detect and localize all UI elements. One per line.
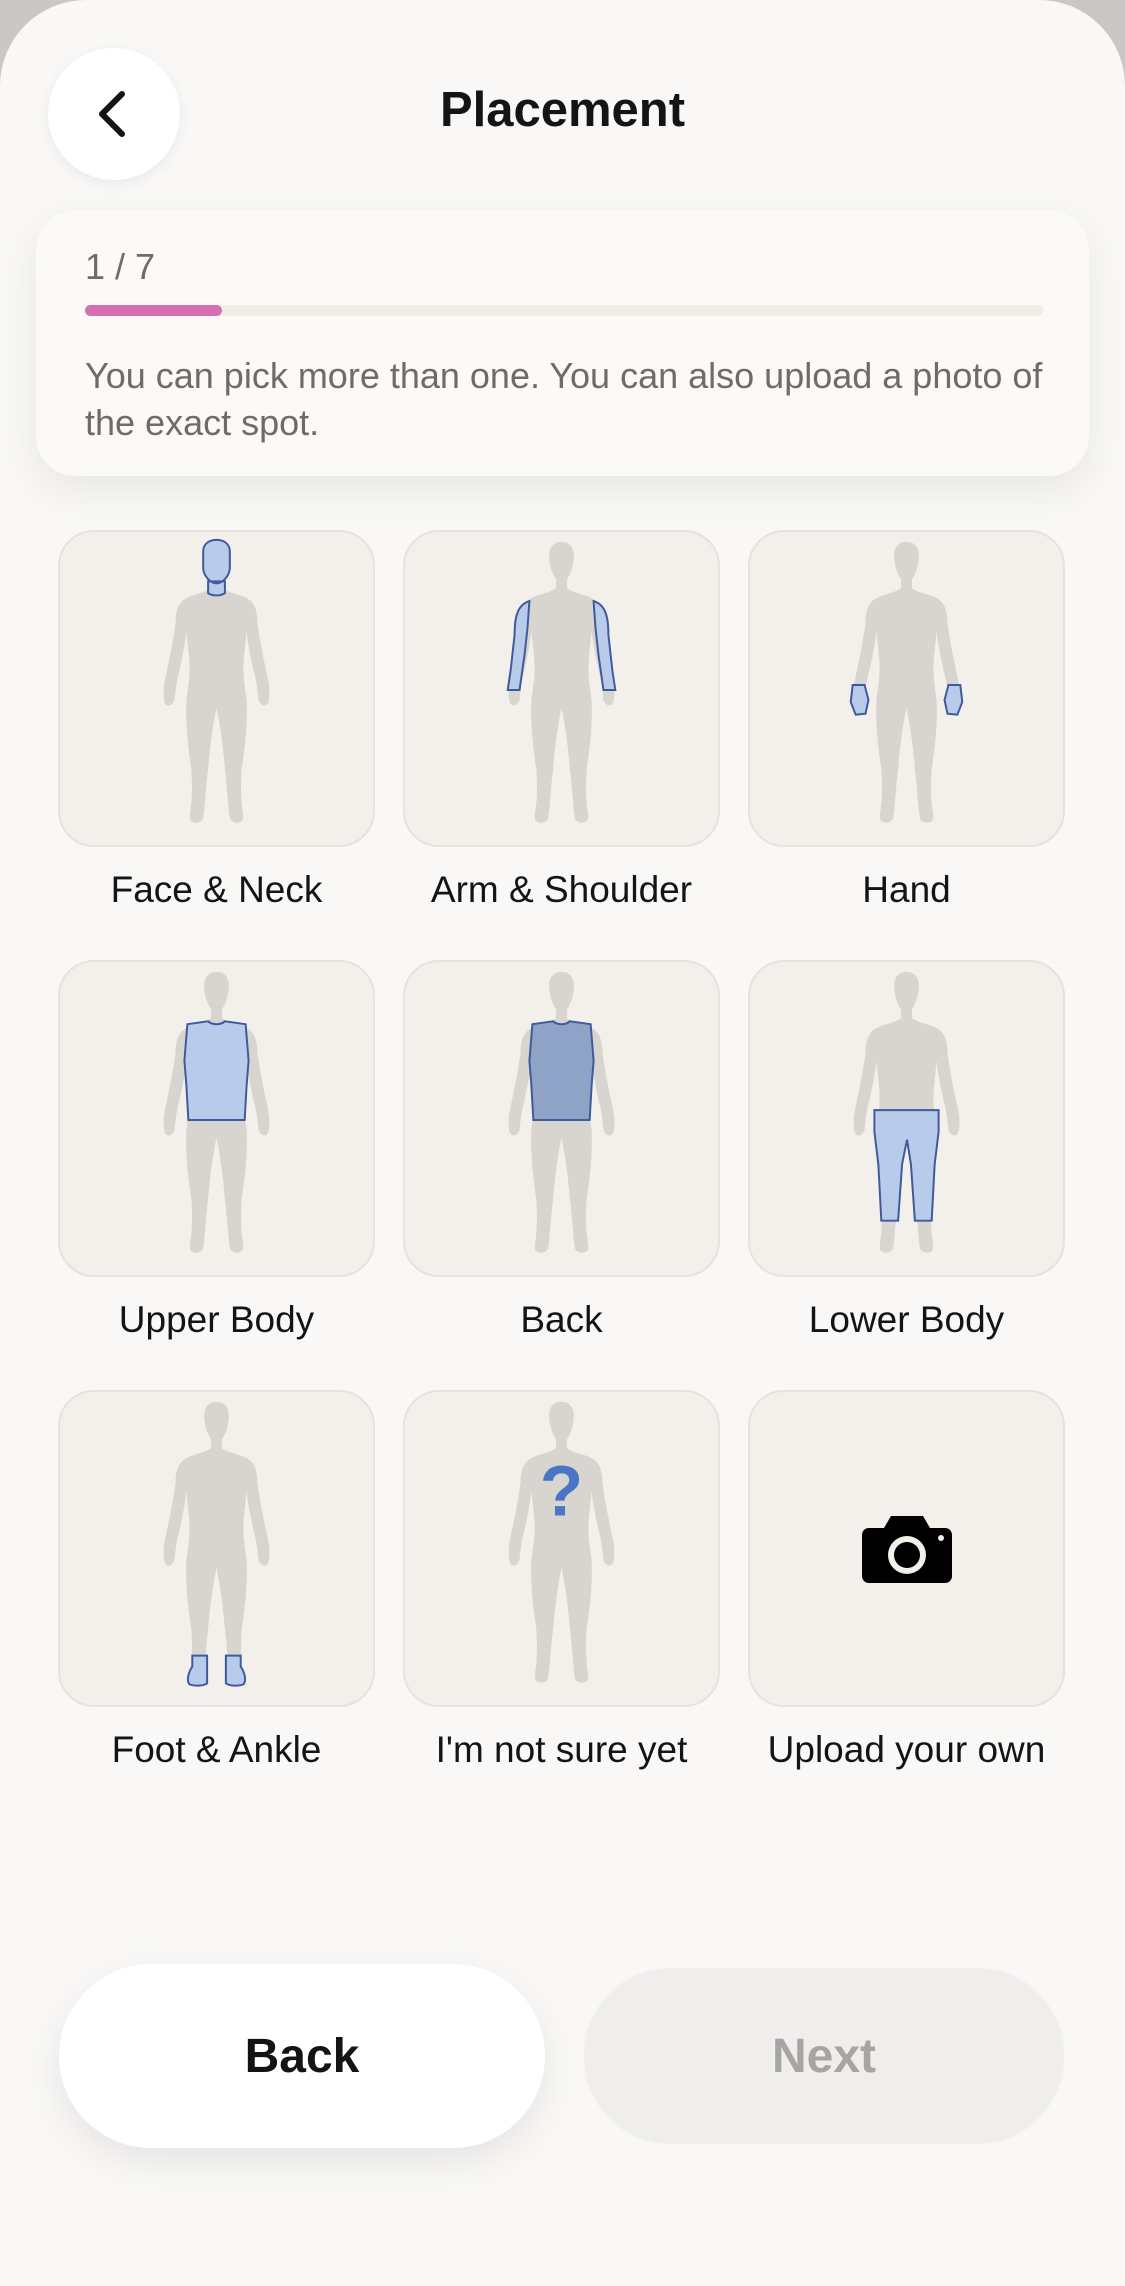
progress-track: [85, 305, 1043, 316]
option-foot-ankle[interactable]: Foot & Ankle: [58, 1390, 375, 1771]
option-arm-shoulder[interactable]: Arm & Shoulder: [403, 530, 720, 911]
option-back[interactable]: Back: [403, 960, 720, 1341]
option-label: Lower Body: [808, 1299, 1005, 1340]
option-label: Arm & Shoulder: [430, 869, 693, 910]
option-lower-body[interactable]: Lower Body: [748, 960, 1065, 1341]
option-label: Upper Body: [118, 1299, 315, 1340]
option-label: Face & Neck: [110, 869, 323, 910]
lower-body-icon: [853, 971, 960, 1253]
option-tile[interactable]: [748, 530, 1065, 847]
header: Placement: [0, 0, 1125, 210]
placement-screen: Placement 1 / 7 You can pick more than o…: [0, 0, 1125, 2286]
option-face-neck[interactable]: Face & Neck: [58, 530, 375, 911]
next-button[interactable]: Next: [582, 1966, 1066, 2146]
placement-options-grid: Face & Neck Arm & Shoulder Hand Upper Bo…: [58, 530, 1068, 1771]
option-tile[interactable]: [58, 530, 375, 847]
option-tile[interactable]: ?: [403, 1390, 720, 1707]
foot-ankle-body-icon: [163, 1401, 270, 1687]
camera-icon: [861, 1515, 952, 1583]
option-tile[interactable]: [58, 960, 375, 1277]
option-tile[interactable]: [748, 960, 1065, 1277]
option-tile[interactable]: [403, 960, 720, 1277]
svg-text:?: ?: [540, 1452, 583, 1531]
step-counter: 1 / 7: [85, 246, 156, 287]
question-mark-body-icon: ?: [508, 1401, 615, 1683]
option-label: Upload your own: [767, 1729, 1046, 1770]
hand-body-icon: [849, 541, 964, 823]
option-not-sure[interactable]: ? I'm not sure yet: [403, 1390, 720, 1771]
option-label: I'm not sure yet: [435, 1729, 688, 1770]
option-label: Back: [520, 1299, 603, 1340]
option-label: Foot & Ankle: [111, 1729, 322, 1770]
option-tile[interactable]: [403, 530, 720, 847]
arm-shoulder-body-icon: [506, 541, 617, 823]
page-title: Placement: [439, 83, 686, 137]
option-tile[interactable]: [58, 1390, 375, 1707]
upper-body-icon: [163, 971, 270, 1253]
option-tile[interactable]: [748, 1390, 1065, 1707]
option-upper-body[interactable]: Upper Body: [58, 960, 375, 1341]
option-upload[interactable]: Upload your own: [748, 1390, 1065, 1771]
progress-fill: [85, 305, 222, 316]
back-body-icon: [508, 971, 615, 1253]
back-button[interactable]: Back: [59, 1964, 545, 2148]
face-neck-body-icon: [163, 538, 270, 823]
option-label: Hand: [862, 869, 951, 910]
hint-text: You can pick more than one. You can also…: [85, 355, 1043, 443]
progress-card: 1 / 7 You can pick more than one. You ca…: [36, 210, 1089, 476]
option-hand[interactable]: Hand: [748, 530, 1065, 911]
